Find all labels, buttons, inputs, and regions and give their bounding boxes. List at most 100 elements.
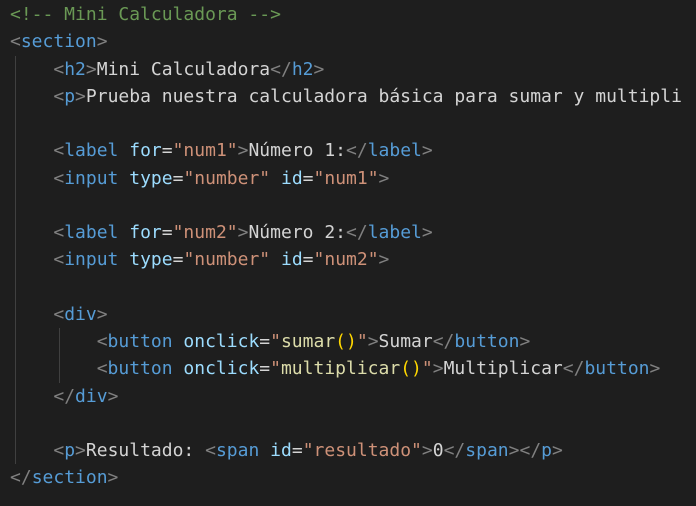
code-token-bracket: </ <box>443 440 466 461</box>
code-token-text: Sumar <box>378 331 433 352</box>
code-token-text: = <box>172 249 184 271</box>
code-token-bracket: < <box>96 331 108 352</box>
code-line[interactable]: <h2>Mini Calculadora</h2> <box>10 56 696 83</box>
code-line[interactable]: <label for="num1">Número 1:</label> <box>10 137 696 164</box>
code-token-text: = <box>161 140 173 162</box>
code-token-tag: section <box>20 31 97 53</box>
code-token-bracket: > <box>75 440 86 461</box>
code-token-bracket: > <box>107 385 119 407</box>
code-token-bracket: < <box>53 58 65 80</box>
code-token-tag: input <box>64 167 119 189</box>
code-token-attr: for <box>129 140 162 162</box>
code-token-bracket: > <box>649 358 661 380</box>
code-token-bracket: > <box>421 140 433 162</box>
code-token-attr: id <box>270 440 292 461</box>
code-token-text: = <box>172 167 184 189</box>
code-token-tag: button <box>107 358 173 380</box>
code-line[interactable]: <p>Resultado: <span id="resultado">0</sp… <box>10 437 696 464</box>
code-token-bracket: > <box>552 440 563 461</box>
code-line[interactable] <box>10 110 696 137</box>
code-token-text: 0 <box>432 440 444 461</box>
code-token-tag: div <box>64 303 97 325</box>
code-token-text: Resultado: <box>85 440 206 461</box>
code-token-bracket: > <box>519 331 531 352</box>
code-token-comment: <!-- Mini Calculadora --> <box>10 4 281 25</box>
code-token-text: = <box>302 249 314 271</box>
code-token-tag: label <box>367 222 422 243</box>
code-token-attr: onclick <box>183 331 260 352</box>
code-line[interactable] <box>10 410 696 437</box>
code-line[interactable]: <section> <box>10 28 696 55</box>
code-area[interactable]: <!-- Mini Calculadora --> <section> <h2>M… <box>10 1 696 492</box>
code-token-tag: label <box>367 140 422 162</box>
code-line[interactable]: <p>Prueba nuestra calculadora básica par… <box>10 83 696 110</box>
code-token-string: " <box>421 358 433 380</box>
code-token-string: "num2" <box>172 222 238 243</box>
code-token-bracket: > <box>378 167 390 189</box>
code-token-bracket: < <box>53 222 65 243</box>
code-token-tag: button <box>454 331 520 352</box>
code-token-tag: button <box>584 358 650 380</box>
code-line[interactable]: <input type="number" id="num1"> <box>10 165 696 192</box>
code-token-bracket: </ <box>270 58 292 80</box>
code-line[interactable]: <div> <box>10 301 696 328</box>
code-token-tag: span <box>465 440 509 461</box>
code-token-string: " <box>270 358 281 380</box>
code-token-text: Mini Calculadora <box>96 58 271 80</box>
code-token-bracket: < <box>53 303 65 325</box>
code-token-tag: h2 <box>64 58 86 80</box>
code-line[interactable]: <label for="num2">Número 2:</label> <box>10 219 696 246</box>
code-line[interactable]: </section> <box>10 464 696 491</box>
code-token-bracket: > <box>421 440 433 461</box>
code-token-bracket: > <box>237 222 249 243</box>
code-token-text: = <box>259 331 271 352</box>
code-line[interactable] <box>10 192 696 219</box>
code-line[interactable]: <button onclick="sumar()">Sumar</button> <box>10 328 696 355</box>
code-token-attr: id <box>280 249 303 271</box>
code-token-text: Número 2: <box>248 222 347 243</box>
code-token-bracket: > <box>421 222 433 243</box>
code-token-paren: () <box>335 331 357 352</box>
code-line[interactable]: <input type="number" id="num2"> <box>10 246 696 273</box>
code-token-text: = <box>161 222 173 243</box>
code-line[interactable] <box>10 274 696 301</box>
code-token-bracket: < <box>96 358 108 380</box>
code-token-bracket: > <box>378 249 390 271</box>
code-token-tag: span <box>215 440 260 461</box>
code-line[interactable]: <!-- Mini Calculadora --> <box>10 1 696 28</box>
code-token-tag: label <box>64 222 119 243</box>
code-token-tag: input <box>64 249 119 271</box>
code-token-bracket: > <box>85 58 97 80</box>
code-token-bracket: </ <box>346 222 368 243</box>
code-token-tag: label <box>64 140 119 162</box>
code-line[interactable]: <button onclick="multiplicar()">Multipli… <box>10 355 696 382</box>
code-token-bracket: </ <box>432 331 455 352</box>
code-token-string: "num2" <box>313 249 379 271</box>
code-token-bracket: < <box>53 140 65 162</box>
code-token-tag: p <box>64 85 76 107</box>
code-token-tag: h2 <box>291 58 314 80</box>
code-token-tag: section <box>31 467 108 489</box>
code-token-string: " <box>270 331 281 352</box>
code-token-bracket: < <box>53 249 65 271</box>
code-line[interactable]: </div> <box>10 383 696 410</box>
code-token-tag: p <box>541 440 553 461</box>
code-token-bracket: > <box>508 440 520 461</box>
code-token-bracket: > <box>367 331 379 352</box>
code-token-bracket: > <box>96 303 108 325</box>
code-token-bracket: </ <box>346 140 368 162</box>
code-editor[interactable]: <!-- Mini Calculadora --> <section> <h2>M… <box>0 0 696 506</box>
code-token-bracket: > <box>432 358 444 380</box>
code-token-tag: p <box>64 440 76 461</box>
code-token-text: Multiplicar <box>443 358 563 380</box>
